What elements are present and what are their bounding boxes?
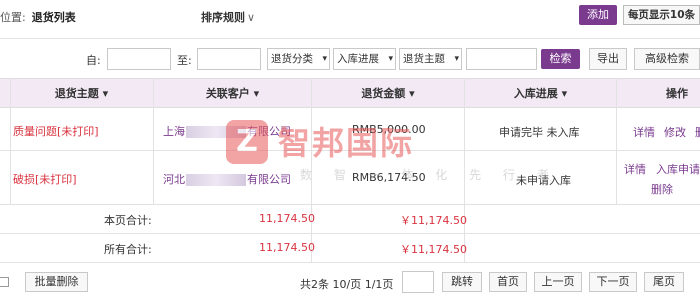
- column-header-amount-label: 退货金额: [361, 87, 406, 100]
- table-header: 退货主题 ▾ 关联客户 ▾ 退货金额 ▾ 入库进展 ▾ 操作: [0, 78, 700, 108]
- page-number-input[interactable]: [402, 271, 434, 293]
- date-to-input[interactable]: [197, 48, 261, 70]
- per-page-button[interactable]: 每页显示10条: [623, 5, 700, 25]
- all-total-amount: ￥11,174.50: [400, 243, 467, 256]
- row-subject-link[interactable]: 质量问题[未打印]: [13, 123, 99, 139]
- pagination-info: 共2条 10/页 1/1页: [300, 278, 394, 291]
- return-subject-select[interactable]: 退货主题 ▾: [399, 48, 462, 70]
- bulk-delete-button[interactable]: 批量删除: [25, 272, 88, 292]
- breadcrumb: 位置: 退货列表: [0, 9, 76, 25]
- column-header-customer-label: 关联客户: [205, 87, 250, 100]
- breadcrumb-prefix: 位置:: [0, 11, 26, 24]
- row-subject-link[interactable]: 破损[未打印]: [13, 171, 77, 187]
- return-subject-value: 退货主题: [403, 53, 445, 65]
- detail-link[interactable]: 详情: [633, 124, 655, 140]
- chevron-down-icon: ▾: [102, 87, 109, 100]
- next-page-button[interactable]: 下一页: [589, 272, 637, 292]
- stock-progress-status: 申请完毕 未入库: [499, 126, 580, 139]
- customer-link[interactable]: 上海 有限公司: [163, 123, 291, 139]
- column-header-amount[interactable]: 退货金额 ▾: [312, 79, 464, 108]
- chevron-down-icon: ▾: [322, 54, 327, 64]
- from-label: 自:: [86, 54, 101, 67]
- grid-line: [153, 78, 154, 204]
- column-header-subject[interactable]: 退货主题 ▾: [10, 79, 153, 108]
- stock-progress-value: 入库进展: [337, 53, 379, 65]
- keyword-input[interactable]: [466, 48, 537, 70]
- date-from-input[interactable]: [107, 48, 171, 70]
- page-total-value: 11,174.50: [259, 212, 315, 225]
- prev-page-button[interactable]: 上一页: [534, 272, 582, 292]
- chevron-down-icon: ▾: [454, 54, 459, 64]
- return-amount: RMB5,000.00: [352, 123, 426, 136]
- row-divider: [0, 233, 700, 234]
- grid-line: [616, 78, 617, 204]
- sort-rule-dropdown[interactable]: 排序规则 ∨: [201, 9, 255, 25]
- column-header-progress-label: 入库进展: [513, 87, 558, 100]
- to-label: 至:: [177, 54, 192, 67]
- select-all-checkbox[interactable]: [0, 277, 9, 287]
- delete-link[interactable]: 删: [695, 124, 700, 140]
- customer-prefix: 上海: [163, 125, 185, 138]
- sort-rule-label: 排序规则: [201, 11, 245, 24]
- chevron-down-icon: ▾: [388, 54, 393, 64]
- page-total-label: 本页合计:: [104, 214, 152, 227]
- delete-link[interactable]: 删除: [651, 181, 673, 197]
- print-status-tag: [未打印]: [57, 125, 99, 138]
- page-total-amount: ￥11,174.50: [400, 214, 467, 227]
- customer-prefix: 河北: [163, 173, 185, 186]
- column-header-customer[interactable]: 关联客户 ▾: [154, 79, 311, 108]
- row-subject: 破损: [13, 173, 35, 186]
- chevron-down-icon: ▾: [409, 87, 415, 100]
- customer-link[interactable]: 河北 有限公司: [163, 171, 291, 187]
- row-divider: [0, 150, 700, 151]
- redacted-text: [186, 174, 246, 186]
- customer-suffix: 有限公司: [247, 125, 291, 138]
- row-subject: 质量问题: [13, 125, 57, 138]
- page-title: 退货列表: [31, 11, 76, 24]
- chevron-down-icon: ▾: [561, 87, 568, 100]
- print-status-tag: [未打印]: [35, 173, 77, 186]
- grid-line: [10, 78, 11, 204]
- all-total-value: 11,174.50: [259, 241, 315, 254]
- stock-progress-select[interactable]: 入库进展 ▾: [333, 48, 396, 70]
- stock-apply-link[interactable]: 入库申请: [656, 161, 700, 177]
- grid-line: [311, 78, 312, 263]
- column-header-progress[interactable]: 入库进展 ▾: [465, 79, 616, 108]
- column-header-subject-label: 退货主题: [54, 87, 99, 100]
- all-total-label: 所有合计:: [104, 243, 152, 256]
- redacted-text: [186, 126, 246, 138]
- advanced-search-button[interactable]: 高级检索: [634, 48, 700, 70]
- add-button[interactable]: 添加: [579, 5, 617, 25]
- column-header-action: 操作: [666, 87, 688, 100]
- chevron-down-icon: ∨: [247, 11, 256, 24]
- return-amount: RMB6,174.50: [352, 171, 426, 184]
- edit-link[interactable]: 修改: [664, 124, 686, 140]
- customer-suffix: 有限公司: [247, 173, 291, 186]
- chevron-down-icon: ▾: [253, 87, 260, 100]
- grid-line: [464, 78, 465, 263]
- return-category-select[interactable]: 退货分类 ▾: [267, 48, 330, 70]
- row-divider: [0, 204, 700, 205]
- top-bar: 位置: 退货列表 排序规则 ∨ 添加 每页显示10条: [0, 0, 700, 32]
- jump-button[interactable]: 跳转: [442, 272, 482, 292]
- search-button[interactable]: 检索: [541, 49, 580, 69]
- first-page-button[interactable]: 首页: [489, 272, 527, 292]
- detail-link[interactable]: 详情: [624, 161, 646, 177]
- stock-progress-status: 未申请入库: [516, 174, 571, 187]
- export-button[interactable]: 导出: [589, 48, 627, 70]
- last-page-button[interactable]: 尾页: [644, 272, 684, 292]
- return-category-value: 退货分类: [271, 53, 313, 65]
